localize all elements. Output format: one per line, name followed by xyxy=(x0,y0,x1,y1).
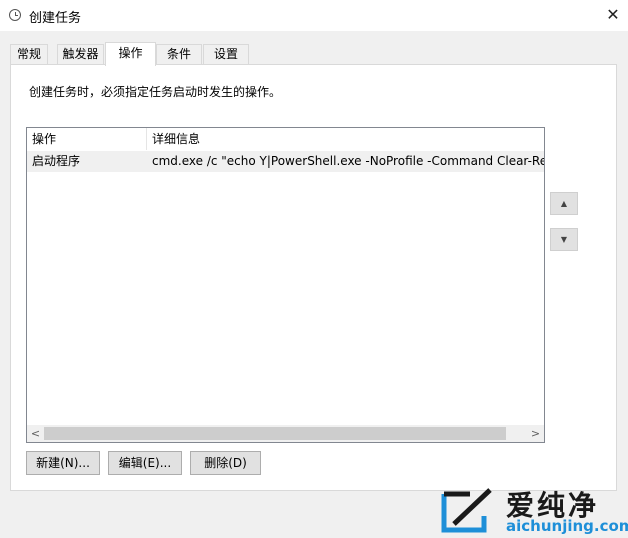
arrow-up-icon: ▲ xyxy=(560,199,568,208)
move-down-button[interactable]: ▼ xyxy=(550,228,578,251)
close-button[interactable]: ✕ xyxy=(598,0,628,30)
list-header: 操作 详细信息 xyxy=(27,128,544,150)
title-bar: 创建任务 ✕ xyxy=(0,0,628,31)
move-up-button[interactable]: ▲ xyxy=(550,192,578,215)
new-button[interactable]: 新建(N)... xyxy=(26,451,100,475)
tab-actions[interactable]: 操作 xyxy=(105,42,156,66)
row-details-cell: cmd.exe /c "echo Y|PowerShell.exe -NoPro… xyxy=(152,154,544,168)
brand-url: aichunjing.com xyxy=(506,517,628,535)
actions-list[interactable]: 操作 详细信息 启动程序 cmd.exe /c "echo Y|PowerShe… xyxy=(26,127,545,443)
clock-icon xyxy=(9,9,21,21)
window-title: 创建任务 xyxy=(29,11,82,26)
scroll-left-icon[interactable]: < xyxy=(27,425,44,442)
scroll-right-icon[interactable]: > xyxy=(527,425,544,442)
edit-button[interactable]: 编辑(E)... xyxy=(108,451,182,475)
tab-general[interactable]: 常规 xyxy=(10,44,48,64)
watermark: 爱纯净 aichunjing.com xyxy=(436,484,628,538)
scroll-thumb[interactable] xyxy=(44,427,506,440)
brand-logo-icon xyxy=(441,488,492,533)
tab-conditions[interactable]: 条件 xyxy=(156,44,202,64)
table-row[interactable]: 启动程序 cmd.exe /c "echo Y|PowerShell.exe -… xyxy=(27,151,544,172)
panel-description: 创建任务时，必须指定任务启动时发生的操作。 xyxy=(29,85,282,99)
arrow-down-icon: ▼ xyxy=(560,235,568,244)
delete-button[interactable]: 删除(D) xyxy=(190,451,261,475)
tab-settings[interactable]: 设置 xyxy=(203,44,249,64)
tab-triggers[interactable]: 触发器 xyxy=(57,44,104,64)
row-action-cell: 启动程序 xyxy=(32,154,81,168)
column-header-details[interactable]: 详细信息 xyxy=(147,128,544,150)
actions-panel: 创建任务时，必须指定任务启动时发生的操作。 操作 详细信息 启动程序 cmd.e… xyxy=(10,64,617,491)
column-header-action[interactable]: 操作 xyxy=(27,128,147,150)
horizontal-scrollbar[interactable]: < > xyxy=(27,425,544,442)
